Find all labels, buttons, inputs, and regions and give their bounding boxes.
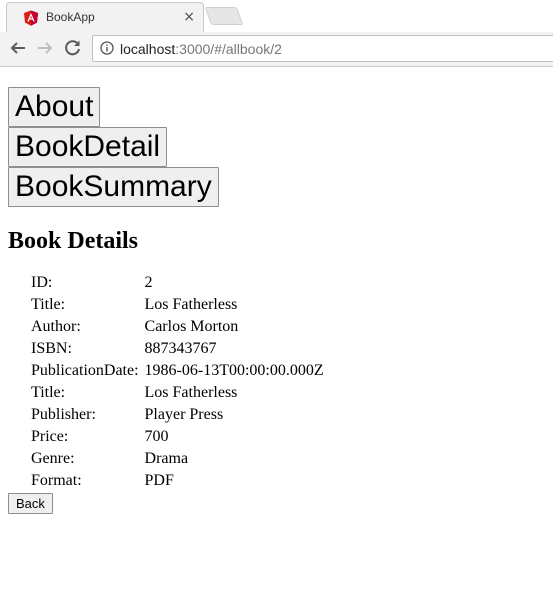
detail-label: PublicationDate: [31,361,139,379]
detail-value: Drama [144,449,189,467]
detail-value: Carlos Morton [144,317,239,335]
detail-value: Los Fatherless [144,295,238,313]
page-content: About BookDetail BookSummary Book Detail… [8,87,548,514]
browser-toolbar: localhost:3000/#/allbook/2 [0,32,553,65]
detail-label: ID: [31,273,53,291]
detail-value: Los Fatherless [144,383,238,401]
detail-value: 2 [144,273,153,291]
browser-tab[interactable]: BookApp × [6,2,204,32]
new-tab-button[interactable] [204,7,244,25]
detail-value: 700 [144,427,169,445]
detail-row-title-repeat: Title: Los Fatherless [28,381,327,403]
detail-label: Format: [31,471,82,489]
detail-row-price: Price: 700 [28,425,327,447]
address-bar[interactable]: localhost:3000/#/allbook/2 [92,35,553,62]
url-path: :3000/#/allbook/2 [175,41,282,57]
forward-arrow-icon[interactable] [34,37,56,59]
tab-title: BookApp [46,10,95,24]
detail-value: 1986-06-13T00:00:00.000Z [144,361,324,379]
url-text[interactable]: localhost:3000/#/allbook/2 [120,41,282,57]
tab-strip: BookApp × [0,0,553,32]
detail-value: Player Press [144,405,224,423]
detail-row-format: Format: PDF [28,469,327,491]
info-icon[interactable] [100,41,114,55]
detail-row-isbn: ISBN: 887343767 [28,337,327,359]
detail-label: ISBN: [31,339,72,357]
detail-label: Genre: [31,449,75,467]
url-host: localhost [120,41,176,57]
angular-logo-icon [24,10,38,26]
detail-label: Title: [31,383,66,401]
detail-row-publisher: Publisher: Player Press [28,403,327,425]
tab-close-icon[interactable]: × [183,9,195,25]
detail-row-author: Author: Carlos Morton [28,315,327,337]
book-summary-button[interactable]: BookSummary [8,167,219,207]
reload-icon[interactable] [62,37,84,59]
detail-label: Price: [31,427,69,445]
detail-row-genre: Genre: Drama [28,447,327,469]
back-arrow-icon[interactable] [7,37,29,59]
detail-value: 887343767 [144,339,217,357]
detail-row-id: ID: 2 [28,271,327,293]
page-title: Book Details [8,228,139,254]
detail-row-publication-date: PublicationDate: 1986-06-13T00:00:00.000… [28,359,327,381]
detail-label: Title: [31,295,66,313]
detail-row-title: Title: Los Fatherless [28,293,327,315]
back-button[interactable]: Back [8,493,53,514]
detail-label: Author: [31,317,81,335]
book-details-table: ID: 2 Title: Los Fatherless Author: Carl… [28,271,327,491]
detail-value: PDF [144,471,174,489]
browser-chrome: BookApp × localhost:3000/#/allbook/2 [0,0,553,67]
detail-label: Publisher: [31,405,96,423]
about-button[interactable]: About [8,87,101,127]
book-detail-button[interactable]: BookDetail [8,127,168,167]
